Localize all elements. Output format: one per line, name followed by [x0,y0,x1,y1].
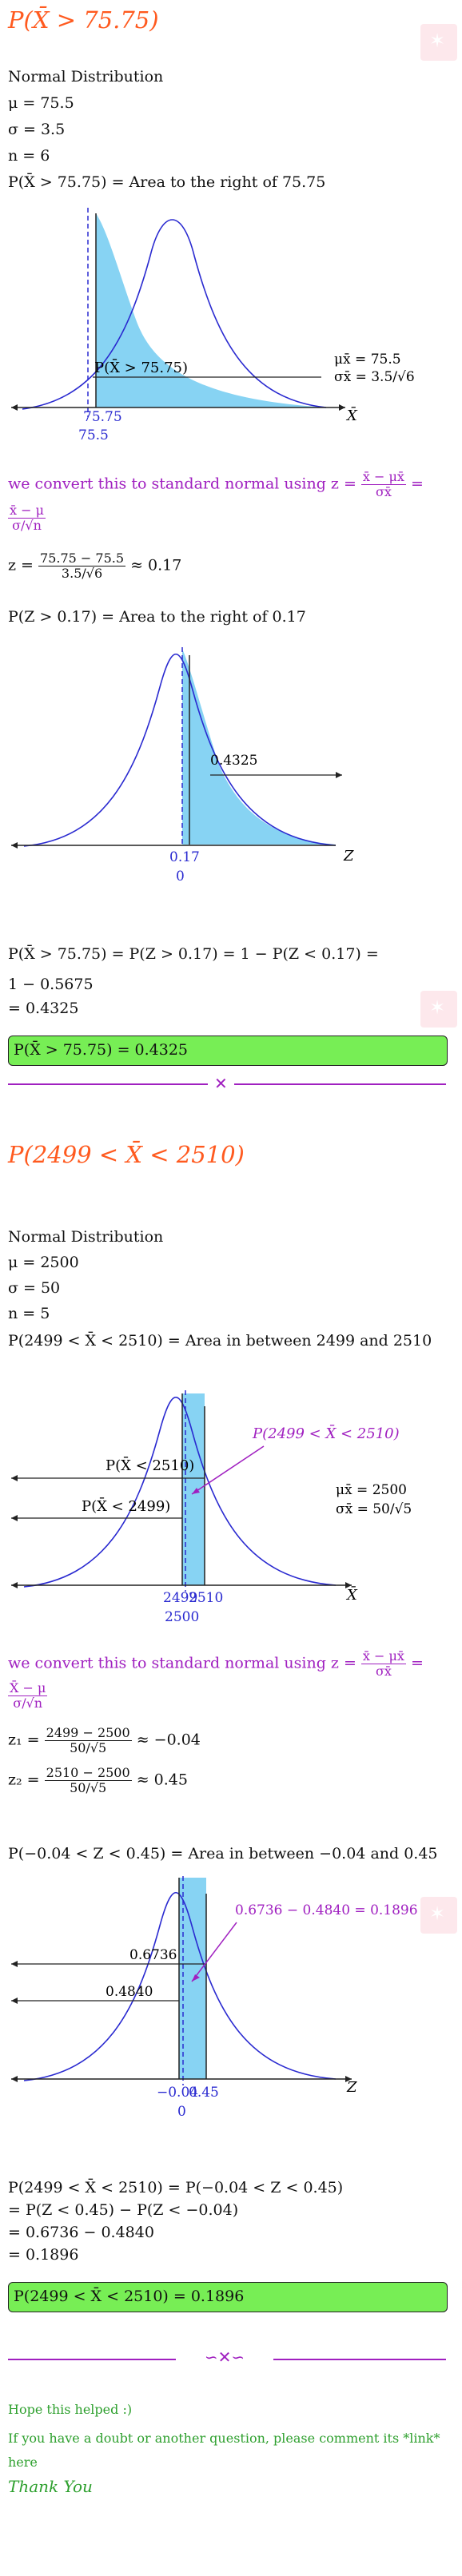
normal-curve-chart-2: 0.4325 Z 0.17 0 [11,647,354,885]
convert-text: we convert this to standard normal using… [8,1648,424,1679]
convert-fraction: x̄ − μ σ/√n [8,503,46,533]
distribution-label: Normal Distribution [8,1228,164,1246]
area-statement-2: P(−0.04 < Z < 0.45) = Area in between −0… [8,1845,438,1862]
calc-line-3: = 0.6736 − 0.4840 [8,2224,154,2241]
n-value: n = 5 [8,1305,50,1322]
sigma-xbar-label: σx̄ = 3.5/√6 [334,369,415,385]
area-statement: P(X̄ > 75.75) = Area to the right of 75.… [8,173,326,191]
calc-line-3: = 0.4325 [8,1000,79,1017]
thank-you-text: Thank You [8,2477,93,2496]
mu-xbar-label: μx̄ = 2500 [336,1482,407,1498]
left-label-2: P(X̄ < 2499) [82,1497,170,1515]
region-label: P(X̄ > 75.75) [94,358,188,376]
left-value-2: 0.4840 [106,1984,153,2000]
divider-ornament-icon: ✕ [208,1074,234,1093]
convert-text: we convert this to standard normal using… [8,469,424,499]
calc-line-2: 1 − 0.5675 [8,976,94,993]
axis-label: X̄ [345,406,358,424]
watermark-icon [420,1897,457,1934]
calc-line-2: = P(Z < 0.45) − P(Z < −0.04) [8,2201,239,2219]
mu-xbar-label: μx̄ = 75.5 [334,352,401,368]
hope-text: Hope this helped :) [8,2402,133,2417]
region-label: 0.6736 − 0.4840 = 0.1896 [235,1902,418,1918]
z-calculation: z = 75.75 − 75.5 3.5/√6 ≈ 0.17 [8,551,182,581]
sigma-value: σ = 50 [8,1279,61,1297]
calc-line-1: P(X̄ > 75.75) = P(Z > 0.17) = 1 − P(Z < … [8,945,379,963]
distribution-label: Normal Distribution [8,68,164,85]
axis-label: Z [346,2079,357,2096]
tick-high-label: 0.45 [189,2085,219,2101]
area-statement: P(2499 < X̄ < 2510) = Area in between 24… [8,1332,432,1350]
left-value-1: 0.6736 [129,1947,177,1963]
n-value: n = 6 [8,147,50,165]
here-link[interactable]: here [8,2453,38,2472]
comment-text: If you have a doubt or another question,… [8,2431,440,2446]
area-value: 0.4325 [210,753,257,769]
tick-label: 75.75 [83,409,122,425]
sigma-xbar-label: σx̄ = 50/√5 [336,1501,412,1517]
z2-calculation: z₂ = 2510 − 2500 50/√5 ≈ 0.45 [8,1765,188,1795]
part2-title: P(2499 < X̄ < 2510) [8,1141,245,1168]
watermark-icon [420,991,457,1028]
divider-ornament-icon: ∽✕∽ [176,2347,273,2367]
axis-label: Z [343,848,354,865]
tick-label: 0.17 [169,849,200,865]
z1-calculation: z₁ = 2499 − 2500 50/√5 ≈ −0.04 [8,1725,201,1755]
mean-label: 2500 [165,1609,199,1625]
mu-value: μ = 2500 [8,1254,79,1271]
mean-label: 75.5 [78,427,109,443]
calc-line-4: = 0.1896 [8,2246,79,2264]
mu-value: μ = 75.5 [8,94,74,112]
normal-curve-chart-4: 0.6736 − 0.4840 = 0.1896 0.6736 0.4840 Z… [11,1876,418,2120]
area-statement-2: P(Z > 0.17) = Area to the right of 0.17 [8,608,306,626]
watermark-icon [420,24,457,61]
answer-box-2: P(2499 < X̄ < 2510) = 0.1896 [8,2282,448,2312]
normal-curve-chart-3: P(2499 < X̄ < 2510) P(X̄ < 2510) P(X̄ < … [11,1390,412,1625]
part1-title: P(X̄ > 75.75) [8,6,159,34]
axis-label: X̄ [345,1585,358,1604]
tick-high-label: 2510 [189,1590,223,1606]
normal-curve-chart-1: P(X̄ > 75.75) μx̄ = 75.5 σx̄ = 3.5/√6 X̄… [11,208,415,443]
region-label: P(2499 < X̄ < 2510) [252,1424,400,1442]
mean-label: 0 [177,2104,186,2120]
mean-label: 0 [176,869,185,885]
sigma-value: σ = 3.5 [8,121,66,138]
answer-box-1: P(X̄ > 75.75) = 0.4325 [8,1036,448,1066]
convert-fraction: X̄ − μ σ/√n [8,1680,48,1711]
calc-line-1: P(2499 < X̄ < 2510) = P(−0.04 < Z < 0.45… [8,2179,344,2196]
left-label-1: P(X̄ < 2510) [106,1456,194,1474]
